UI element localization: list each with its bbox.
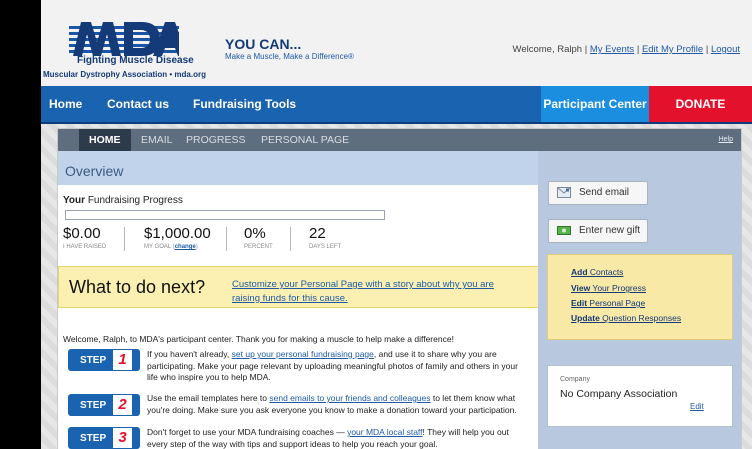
step-text-pre: Use the email templates here to [147,393,270,403]
add-contacts-link[interactable]: Add Contacts [571,267,623,277]
nav-fundraising-tools[interactable]: Fundraising Tools [193,97,296,111]
tab-personal-page[interactable]: PERSONAL PAGE [261,134,349,146]
browser-page: Fighting Muscle Disease Muscular Dystrop… [41,0,752,449]
logo-subline: Muscular Dystrophy Association • mda.org [43,70,206,79]
goal-label: MY GOAL (change) [144,244,198,250]
raised-label: I HAVE RAISED [63,244,107,250]
campaign-subheadline: Make a Muscle, Make a Difference® [225,52,354,61]
next-step-title: What to do next? [69,277,206,297]
step-number: 1 [113,350,132,370]
stat-divider [290,227,291,251]
enter-new-gift-button[interactable]: Enter new gift [548,219,648,243]
local-staff-link[interactable]: your MDA local staff [347,427,422,437]
setup-page-link[interactable]: set up your personal fundraising page [232,349,374,359]
progress-label: Your Fundraising Progress [63,195,183,206]
company-name: No Company Association [560,388,678,400]
tab-email[interactable]: EMAIL [141,134,173,146]
step-label: STEP [80,433,107,444]
percent-label: PERCENT [244,244,273,250]
progress-bar [65,210,385,220]
raised-value: $0.00 [63,225,101,242]
progress-label-rest: Fundraising Progress [85,195,183,206]
nav-home[interactable]: Home [49,97,82,111]
donate-button[interactable]: DONATE [649,86,752,122]
participant-center-panel: HOME EMAIL PROGRESS PERSONAL PAGE Help O… [57,128,742,449]
nav-participant-center[interactable]: Participant Center [541,86,649,122]
logout-link[interactable]: Logout [711,44,740,55]
welcome-intro: Welcome, Ralph, to MDA's participant cen… [63,334,454,344]
edit-company-link[interactable]: Edit [690,402,704,411]
welcome-divider: | [634,44,642,55]
pointer-arrow [0,176,44,216]
stat-divider [124,227,125,251]
sidebar: Send email Enter new gift Add Contacts V… [538,151,741,449]
step-1-badge: STEP 1 [68,349,140,371]
send-email-label: Send email [579,187,630,198]
step-text-pre: Don't forget to use your MDA fundraising… [147,427,348,437]
stat-divider [226,227,227,251]
goal-label-text: MY GOAL ( [144,244,175,250]
step-label: STEP [80,400,107,411]
site-header: Fighting Muscle Disease Muscular Dystrop… [41,0,752,86]
step-1-text: If you haven't already, set up your pers… [147,349,529,384]
send-email-button[interactable]: Send email [548,181,648,205]
step-number: 3 [113,428,132,448]
my-events-link[interactable]: My Events [590,44,634,55]
step-number: 2 [113,395,132,415]
edit-profile-link[interactable]: Edit My Profile [642,44,703,55]
edit-personal-page-link[interactable]: Edit Personal Page [571,298,645,308]
envelope-icon [557,187,571,198]
percent-value: 0% [244,225,266,242]
company-label: Company [560,376,590,383]
change-goal-link[interactable]: change [175,244,196,250]
update-responses-link[interactable]: Update Question Responses [571,313,681,323]
help-link[interactable]: Help [719,136,733,143]
welcome-divider: | [703,44,711,55]
welcome-text: Welcome, Ralph | [512,44,590,55]
days-left-value: 22 [309,225,326,242]
tab-home[interactable]: HOME [79,129,131,151]
goal-value: $1,000.00 [144,225,211,242]
days-left-label: DAYS LEFT [309,244,342,250]
step-2-text: Use the email templates here to send ema… [147,393,529,416]
mda-logo[interactable] [69,20,179,56]
nav-contact-us[interactable]: Contact us [107,97,169,111]
step-label: STEP [80,355,107,366]
tab-bar: HOME EMAIL PROGRESS PERSONAL PAGE Help [58,129,741,151]
step-3-badge: STEP 3 [68,427,140,449]
step-text-pre: If you haven't already, [147,349,232,359]
send-emails-link[interactable]: send emails to your friends and colleagu… [269,393,430,403]
view-progress-link[interactable]: View Your Progress [571,283,646,293]
logo-tagline: Fighting Muscle Disease [77,55,194,66]
quick-links-box: Add Contacts View Your Progress Edit Per… [547,254,733,340]
step-2-badge: STEP 2 [68,394,140,416]
campaign-headline: YOU CAN... [225,36,302,52]
progress-label-bold: Your [63,195,86,206]
tab-progress[interactable]: PROGRESS [186,134,246,146]
goal-label-close: ) [195,244,198,250]
overview-header [58,151,538,185]
enter-new-gift-label: Enter new gift [579,225,641,236]
money-icon [557,226,571,235]
customize-page-link[interactable]: Customize your Personal Page with a stor… [232,278,522,306]
user-menu: Welcome, Ralph | My Events | Edit My Pro… [513,44,740,55]
step-3-text: Don't forget to use your MDA fundraising… [147,427,529,449]
overview-title: Overview [65,163,124,179]
